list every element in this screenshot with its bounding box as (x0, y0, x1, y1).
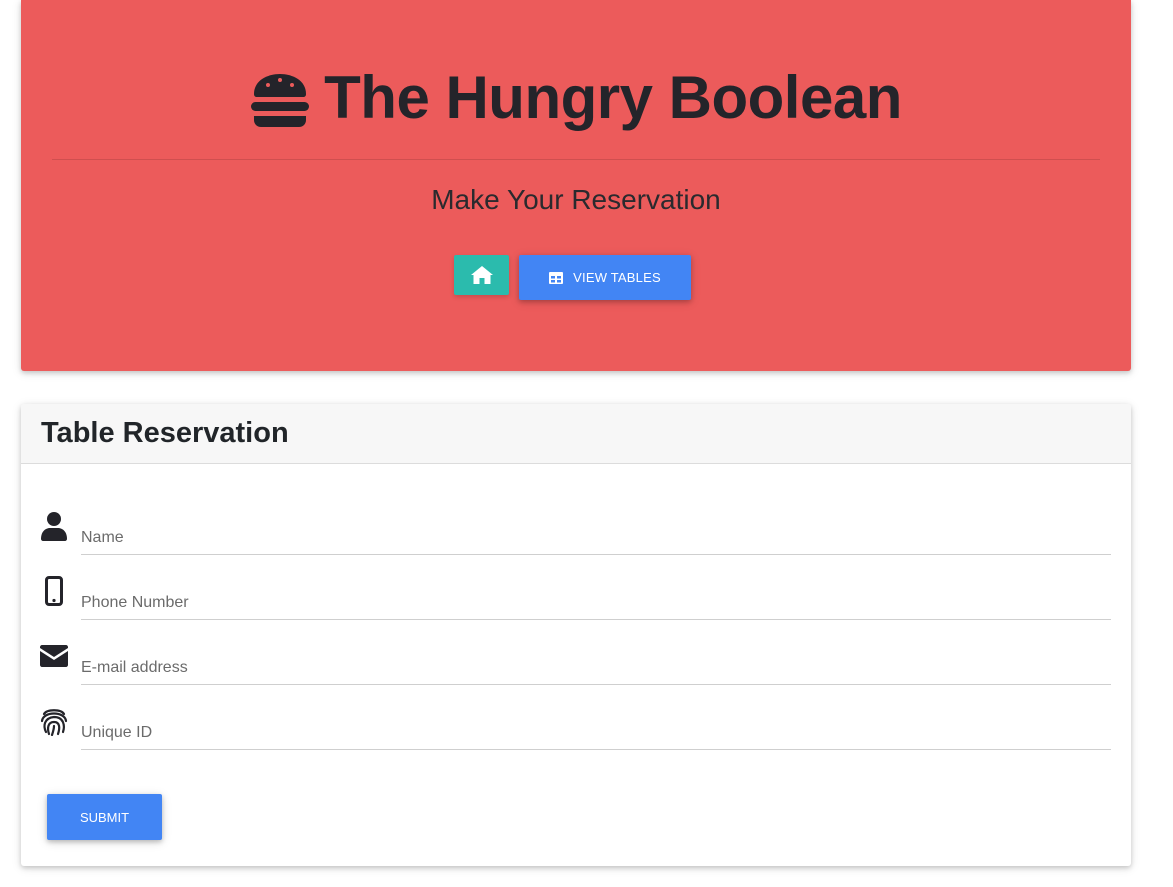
submit-button[interactable]: SUBMIT (47, 794, 162, 840)
name-input[interactable] (81, 521, 1111, 555)
hamburger-icon (251, 74, 310, 127)
header-divider (52, 159, 1100, 160)
home-button[interactable] (454, 255, 509, 295)
brand: The Hungry Boolean (21, 62, 1131, 134)
table-icon (549, 271, 564, 284)
page-subtitle: Make Your Reservation (431, 184, 721, 215)
phone-field-group (40, 576, 1111, 626)
header-jumbotron: The Hungry Boolean Make Your Reservation… (21, 0, 1131, 371)
name-field-group (40, 511, 1111, 561)
reservation-card: Table Reservation Name Phone Number E-ma… (21, 404, 1131, 866)
card-title: Table Reservation (41, 417, 289, 449)
mobile-phone-icon (40, 576, 68, 608)
email-input[interactable] (81, 651, 1111, 685)
page-title: The Hungry Boolean (324, 64, 902, 131)
unique-id-input[interactable] (81, 716, 1111, 750)
view-tables-button[interactable]: VIEW TABLES (519, 255, 691, 300)
email-field-group (40, 641, 1111, 691)
unique-id-field-group (40, 706, 1111, 756)
envelope-icon (40, 645, 68, 677)
fingerprint-icon (40, 706, 68, 738)
card-header: Table Reservation (21, 404, 1131, 464)
submit-label: SUBMIT (79, 809, 130, 825)
view-tables-label: VIEW TABLES (573, 270, 661, 285)
user-icon (40, 511, 68, 543)
phone-input[interactable] (81, 586, 1111, 620)
home-icon (470, 266, 493, 284)
